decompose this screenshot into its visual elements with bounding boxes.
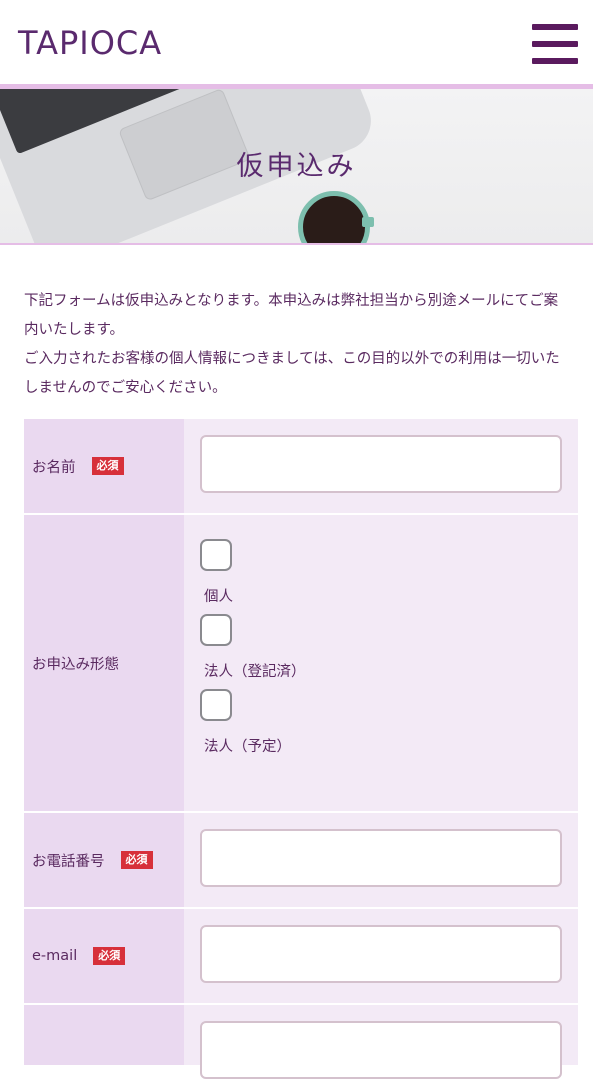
checkbox-corporation-registered[interactable] <box>200 614 232 646</box>
name-input[interactable] <box>200 435 562 493</box>
next-label-cell <box>24 1005 184 1065</box>
hero-banner: 仮申込み <box>0 89 593 243</box>
option-corporation-planned-label: 法人（予定） <box>204 739 291 755</box>
email-label-cell: e-mail 必須 <box>24 909 184 1003</box>
name-label-cell: お名前 必須 <box>24 419 184 513</box>
form-row-email: e-mail 必須 <box>24 909 578 1005</box>
intro-line-2: ご入力されたお客様の個人情報につきましては、この目的以外での利用は一切いたしませ… <box>24 351 560 396</box>
application-form: お名前 必須 お申込み形態 個人 法人（登記済） 法人（予定） お電話番号 必須… <box>24 419 578 1079</box>
form-row-next <box>24 1005 578 1079</box>
page-title: 仮申込み <box>236 151 357 182</box>
next-field-cell <box>184 1005 578 1079</box>
phone-input[interactable] <box>200 829 562 887</box>
email-input[interactable] <box>200 925 562 983</box>
coffee-cup-image <box>298 191 370 243</box>
phone-label-cell: お電話番号 必須 <box>24 813 184 907</box>
option-corporation-planned[interactable]: 法人（予定） <box>200 689 562 756</box>
option-corporation-registered[interactable]: 法人（登記済） <box>200 614 562 681</box>
name-label: お名前 <box>32 459 76 476</box>
type-label: お申込み形態 <box>32 656 119 673</box>
phone-label: お電話番号 <box>32 853 105 870</box>
site-logo[interactable]: TAPIOCA <box>18 24 162 62</box>
hamburger-menu-icon[interactable] <box>532 24 578 66</box>
type-field-cell: 個人 法人（登記済） 法人（予定） <box>184 515 578 811</box>
option-individual-label: 個人 <box>204 589 233 605</box>
email-field-cell <box>184 909 578 1003</box>
intro-line-1: 下記フォームは仮申込みとなります。本申込みは弊社担当から別途メールにてご案内いた… <box>24 293 559 338</box>
main-content: 下記フォームは仮申込みとなります。本申込みは弊社担当から別途メールにてご案内いた… <box>0 245 593 1079</box>
option-corporation-registered-label: 法人（登記済） <box>204 664 306 680</box>
form-row-name: お名前 必須 <box>24 419 578 515</box>
required-badge: 必須 <box>120 851 153 869</box>
required-badge: 必須 <box>91 457 124 475</box>
phone-field-cell <box>184 813 578 907</box>
email-label: e-mail <box>32 948 78 964</box>
intro-text: 下記フォームは仮申込みとなります。本申込みは弊社担当から別途メールにてご案内いた… <box>24 287 572 403</box>
next-input[interactable] <box>200 1021 562 1079</box>
form-row-phone: お電話番号 必須 <box>24 813 578 909</box>
name-field-cell <box>184 419 578 513</box>
option-individual[interactable]: 個人 <box>200 539 562 606</box>
type-label-cell: お申込み形態 <box>24 515 184 811</box>
checkbox-individual[interactable] <box>200 539 232 571</box>
checkbox-corporation-planned[interactable] <box>200 689 232 721</box>
form-row-type: お申込み形態 個人 法人（登記済） 法人（予定） <box>24 515 578 813</box>
header: TAPIOCA <box>0 0 593 84</box>
required-badge: 必須 <box>93 947 126 965</box>
